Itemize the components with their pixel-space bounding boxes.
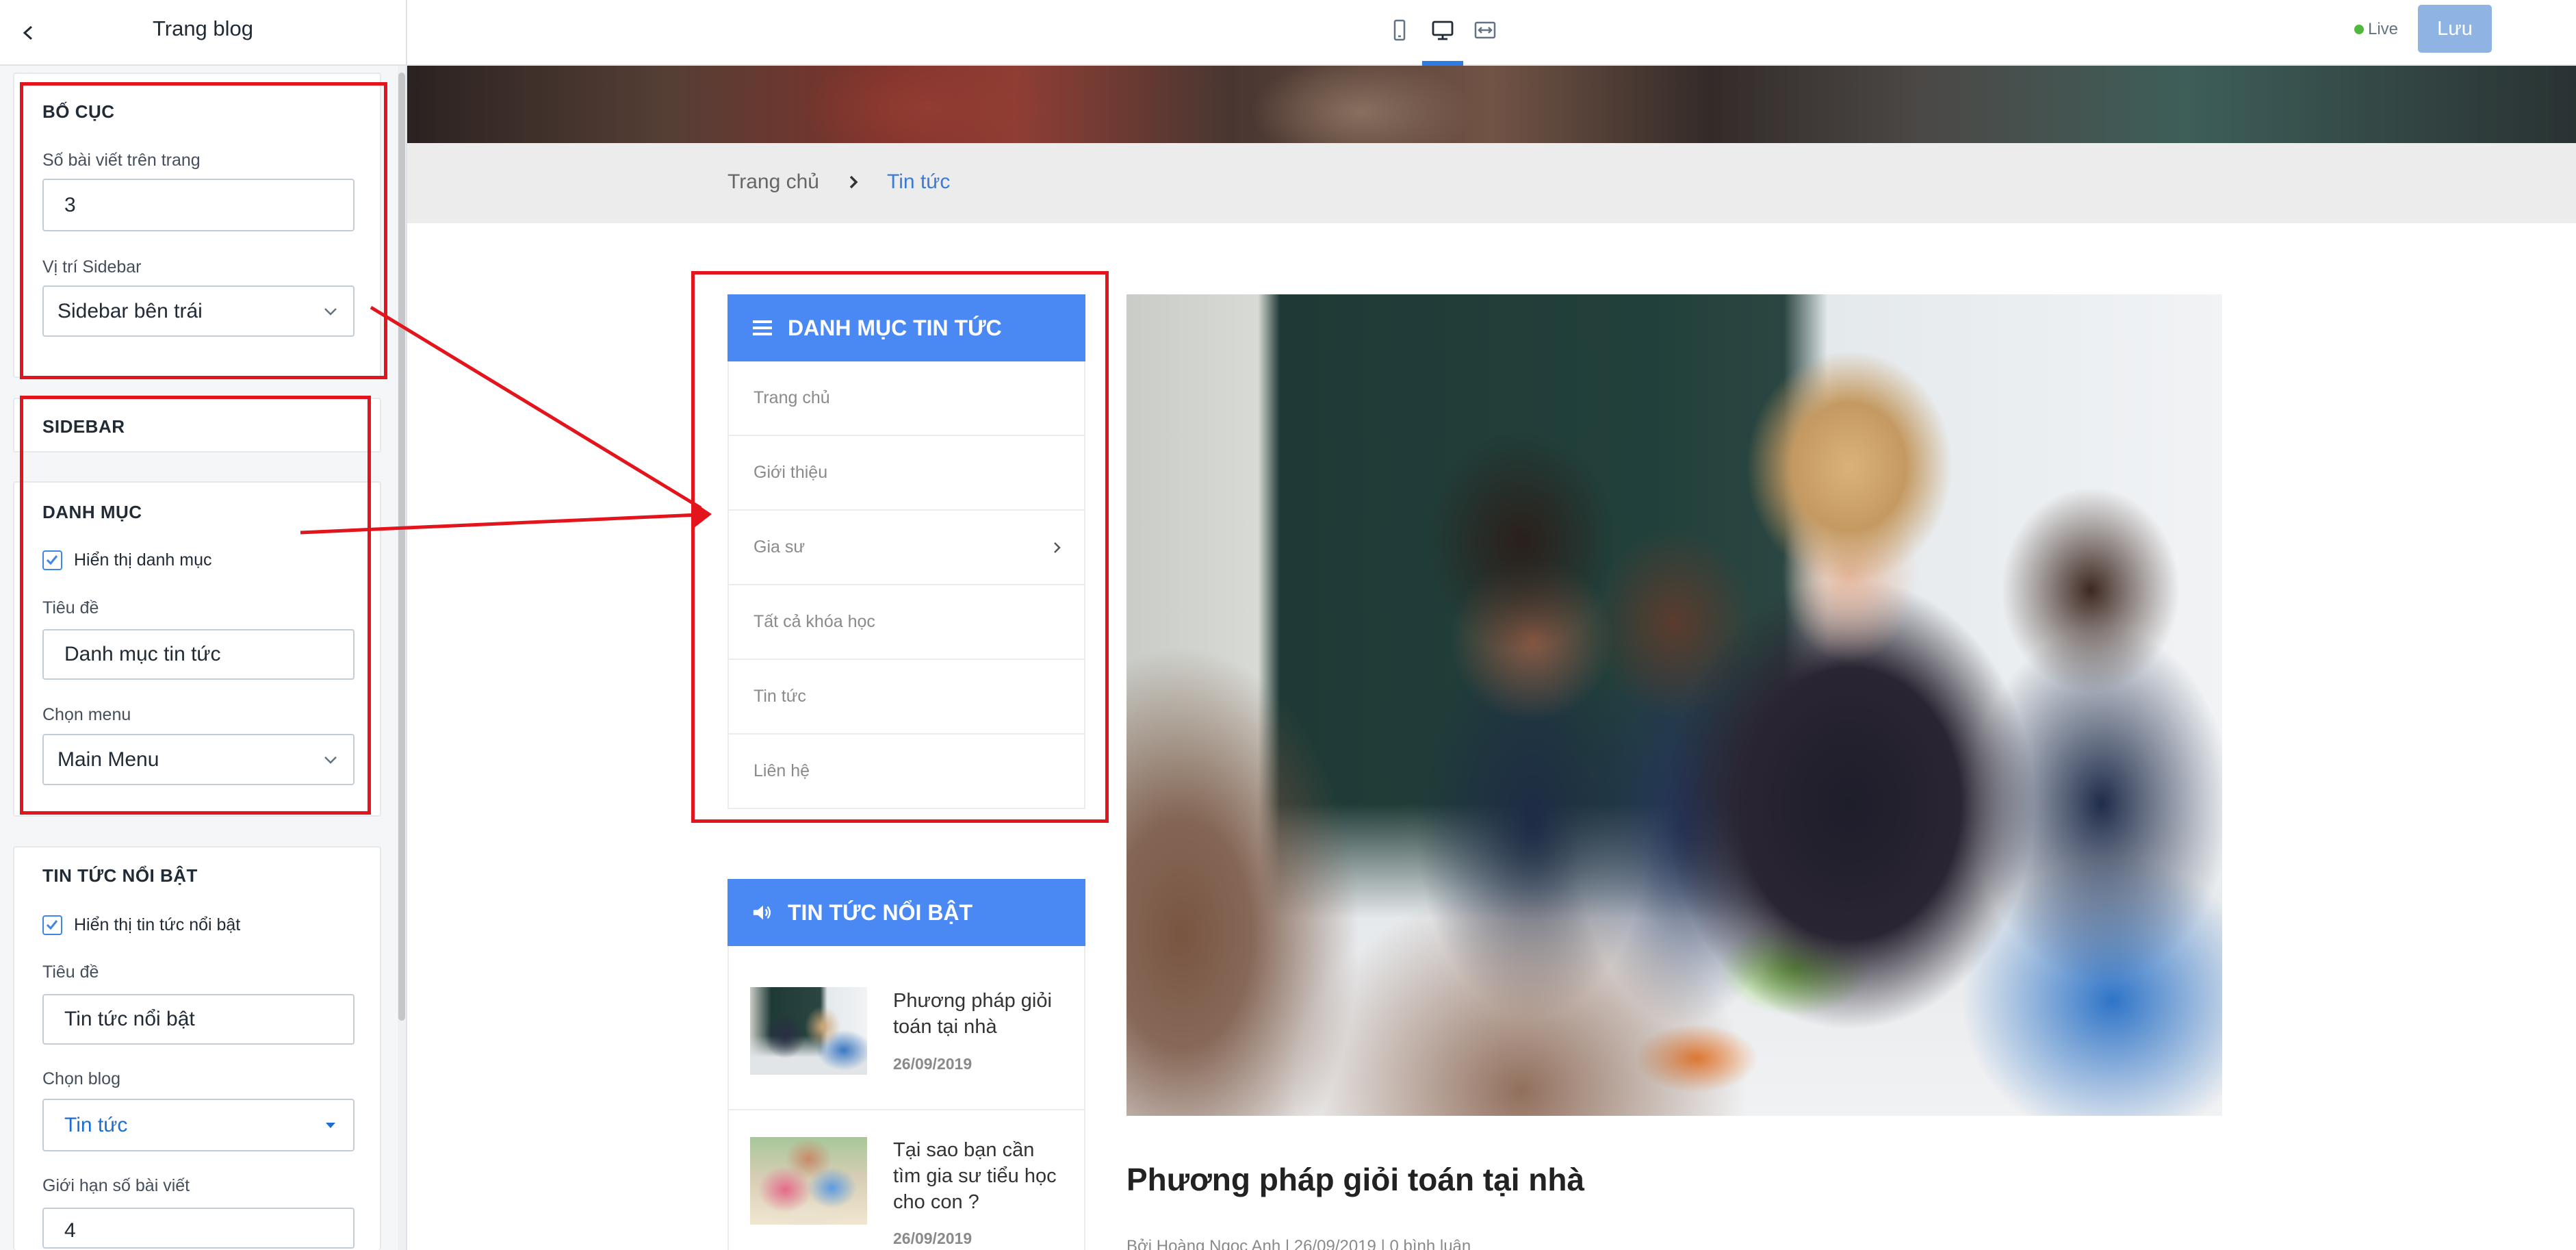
live-status-dot (2354, 25, 2364, 34)
sidebar-position-label: Vị trí Sidebar (42, 257, 142, 277)
device-desktop-button[interactable] (1430, 17, 1456, 43)
featured-title-label: Tiêu đề (42, 962, 99, 982)
save-button[interactable]: Lưu (2418, 5, 2492, 53)
menu-select[interactable]: Main Menu (42, 734, 355, 785)
category-title-input[interactable] (42, 629, 355, 680)
category-widget-title: DANH MỤC TIN TỨC (788, 315, 1002, 340)
breadcrumb-current: Tin tức (887, 170, 951, 193)
featured-post-date: 26/09/2019 (893, 1229, 973, 1247)
featured-post-thumbnail[interactable] (750, 1137, 867, 1225)
checkbox[interactable] (42, 915, 62, 935)
show-featured-label: Hiển thị tin tức nổi bật (74, 915, 241, 934)
sidebar-heading: SIDEBAR (42, 416, 125, 437)
layout-heading: BỐ CỤC (42, 101, 115, 122)
limit-input[interactable] (42, 1208, 355, 1249)
sidebar-position-value: Sidebar bên trái (57, 299, 203, 322)
site-preview: Trang chủ Tin tức DANH MỤC TIN TỨC Trang… (407, 66, 2576, 1250)
featured-widget-title: TIN TỨC NỔI BẬT (788, 900, 973, 925)
device-mobile-button[interactable] (1387, 17, 1413, 43)
category-item-label: Tất cả khóa học (754, 612, 875, 631)
chevron-down-icon (322, 303, 339, 320)
breadcrumb-home-link[interactable]: Trang chủ (727, 170, 819, 194)
sidebar-card: SIDEBAR (13, 398, 381, 452)
featured-post: Phương pháp giỏi toán tại nhà 26/09/2019 (727, 946, 1085, 1110)
check-icon (46, 919, 58, 930)
hero-banner-image (407, 66, 2576, 143)
featured-title-input[interactable] (42, 994, 355, 1045)
posts-per-page-input[interactable] (42, 179, 355, 231)
chevron-right-icon (849, 175, 858, 189)
featured-post-thumbnail[interactable] (750, 987, 867, 1075)
article-featured-image[interactable] (1126, 294, 2222, 1116)
featured-heading: TIN TỨC NỔI BẬT (42, 865, 198, 886)
megaphone-icon (752, 902, 773, 923)
category-item-label: Tin tức (754, 687, 806, 706)
active-device-indicator (1422, 61, 1463, 66)
chevron-right-icon[interactable] (1051, 540, 1064, 555)
category-item[interactable]: Tin tức (727, 660, 1085, 735)
featured-post-title[interactable]: Tại sao bạn cần tìm gia sư tiểu học cho … (893, 1137, 1066, 1215)
category-item-label: Gia sư (754, 537, 806, 557)
checkbox[interactable] (42, 550, 62, 570)
breadcrumb: Trang chủ Tin tức (407, 143, 2576, 223)
article-title[interactable]: Phương pháp giỏi toán tại nhà (1126, 1160, 1584, 1199)
category-item-label: Trang chủ (754, 388, 830, 407)
blog-label: Chọn blog (42, 1069, 120, 1088)
mobile-icon (1393, 19, 1406, 41)
menu-label: Chọn menu (42, 705, 131, 724)
category-card: DANH MỤC Hiển thị danh mục Tiêu đề Chọn … (13, 481, 381, 817)
featured-widget-header: TIN TỨC NỔI BẬT (727, 879, 1085, 946)
scrollbar-thumb[interactable] (398, 73, 405, 1021)
featured-card: TIN TỨC NỔI BẬT Hiển thị tin tức nổi bật… (13, 846, 381, 1250)
show-category-checkbox[interactable]: Hiển thị danh mục (42, 548, 212, 572)
category-title-label: Tiêu đề (42, 598, 99, 617)
featured-widget: TIN TỨC NỔI BẬT Phương pháp giỏi toán tạ… (727, 879, 1085, 1250)
article-meta: Bởi Hoàng Ngọc Anh | 26/09/2019 | 0 bình… (1126, 1237, 1471, 1250)
category-item-label: Liên hệ (754, 761, 810, 780)
panel-header: Trang blog (0, 0, 406, 66)
show-category-label: Hiển thị danh mục (74, 550, 212, 570)
fullwidth-icon (1474, 21, 1496, 39)
layout-card: BỐ CỤC Số bài viết trên trang Vị trí Sid… (13, 73, 381, 378)
category-heading: DANH MỤC (42, 502, 142, 522)
category-item[interactable]: Liên hệ (727, 735, 1085, 809)
caret-down-icon (322, 1117, 339, 1134)
desktop-icon (1432, 21, 1454, 40)
live-status-label: Live (2368, 20, 2399, 38)
posts-per-page-label: Số bài viết trên trang (42, 151, 201, 170)
menu-icon (752, 318, 773, 338)
preview-toolbar: Live Lưu (407, 0, 2576, 66)
check-icon (46, 554, 58, 565)
featured-post-date: 26/09/2019 (893, 1055, 973, 1073)
category-item[interactable]: Tất cả khóa học (727, 585, 1085, 660)
category-widget: DANH MỤC TIN TỨC Trang chủ Giới thiệu Gi… (727, 294, 1085, 809)
blog-value: Tin tức (64, 1113, 128, 1136)
featured-post-title[interactable]: Phương pháp giỏi toán tại nhà (893, 988, 1066, 1040)
category-widget-header: DANH MỤC TIN TỨC (727, 294, 1085, 361)
chevron-down-icon (322, 751, 339, 769)
editor-panel: Trang blog BỐ CỤC Số bài viết trên trang… (0, 0, 407, 1250)
menu-value: Main Menu (57, 748, 159, 771)
category-item[interactable]: Trang chủ (727, 361, 1085, 436)
blog-select[interactable]: Tin tức (42, 1099, 355, 1151)
category-item-label: Giới thiệu (754, 463, 828, 482)
device-fullwidth-button[interactable] (1472, 17, 1498, 43)
limit-label: Giới hạn số bài viết (42, 1176, 190, 1195)
show-featured-checkbox[interactable]: Hiển thị tin tức nổi bật (42, 913, 240, 936)
category-item[interactable]: Gia sư (727, 511, 1085, 585)
category-item[interactable]: Giới thiệu (727, 436, 1085, 511)
sidebar-position-select[interactable]: Sidebar bên trái (42, 285, 355, 337)
featured-post: Tại sao bạn cần tìm gia sư tiểu học cho … (727, 1110, 1085, 1250)
panel-title: Trang blog (152, 16, 254, 40)
